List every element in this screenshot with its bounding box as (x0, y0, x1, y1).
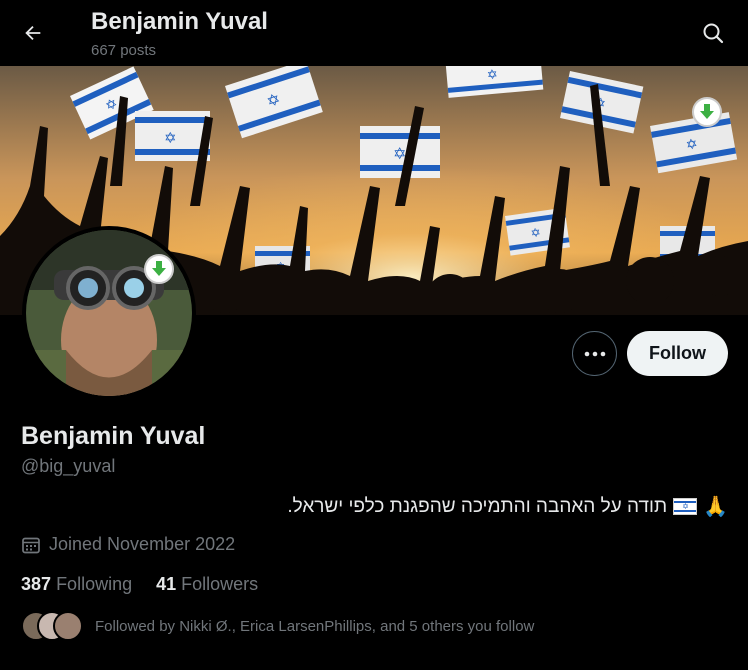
followers-link[interactable]: 41 Followers (156, 574, 258, 595)
join-date: Joined November 2022 (21, 534, 235, 555)
more-options-button[interactable] (572, 331, 617, 376)
post-count: 667 posts (91, 42, 157, 59)
search-button[interactable] (698, 16, 728, 50)
following-link[interactable]: 387 Following (21, 574, 132, 595)
svg-text:✡: ✡ (530, 225, 542, 240)
banner-download-button[interactable] (692, 97, 722, 127)
join-date-text: Joined November 2022 (49, 534, 236, 554)
following-count: 387 (21, 574, 52, 594)
header-title: Benjamin Yuval (91, 8, 268, 35)
back-button[interactable] (14, 14, 52, 52)
svg-text:✡: ✡ (486, 67, 498, 83)
profile-display-name: Benjamin Yuval (21, 422, 206, 450)
arrow-left-icon (25, 25, 41, 41)
profile-handle: @big_yuval (21, 456, 116, 476)
calendar-icon (22, 537, 40, 553)
svg-text:✡: ✡ (164, 130, 177, 147)
profile-bio: 🙏 ✡ תודה על האהבה והתמיכה שהפגנת כלפי יש… (287, 494, 728, 519)
followed-by-row[interactable]: Followed by Nikki Ø., Erica LarsenPhilli… (21, 611, 534, 641)
avatar[interactable] (22, 226, 196, 400)
profile-stats: 387 Following 41 Followers (21, 574, 258, 595)
avatar (53, 611, 83, 641)
top-bar: Benjamin Yuval 667 posts (0, 0, 748, 66)
avatar-image (26, 230, 192, 396)
bio-text: תודה על האהבה והתמיכה שהפגנת כלפי ישראל. (287, 495, 668, 517)
follower-avatars (21, 611, 83, 641)
followers-count: 41 (156, 574, 177, 594)
followers-label: Followers (181, 574, 259, 594)
more-dots-icon (584, 351, 605, 356)
search-icon (703, 23, 724, 44)
avatar-download-button[interactable] (144, 254, 174, 284)
israel-flag-icon: ✡ (673, 498, 698, 515)
followed-by-text: Followed by Nikki Ø., Erica LarsenPhilli… (95, 617, 535, 635)
praying-hands-icon: 🙏 (703, 496, 728, 518)
follow-button[interactable]: Follow (627, 331, 728, 376)
following-label: Following (56, 574, 133, 594)
download-arrow-icon (700, 104, 714, 119)
download-arrow-icon (152, 261, 166, 276)
